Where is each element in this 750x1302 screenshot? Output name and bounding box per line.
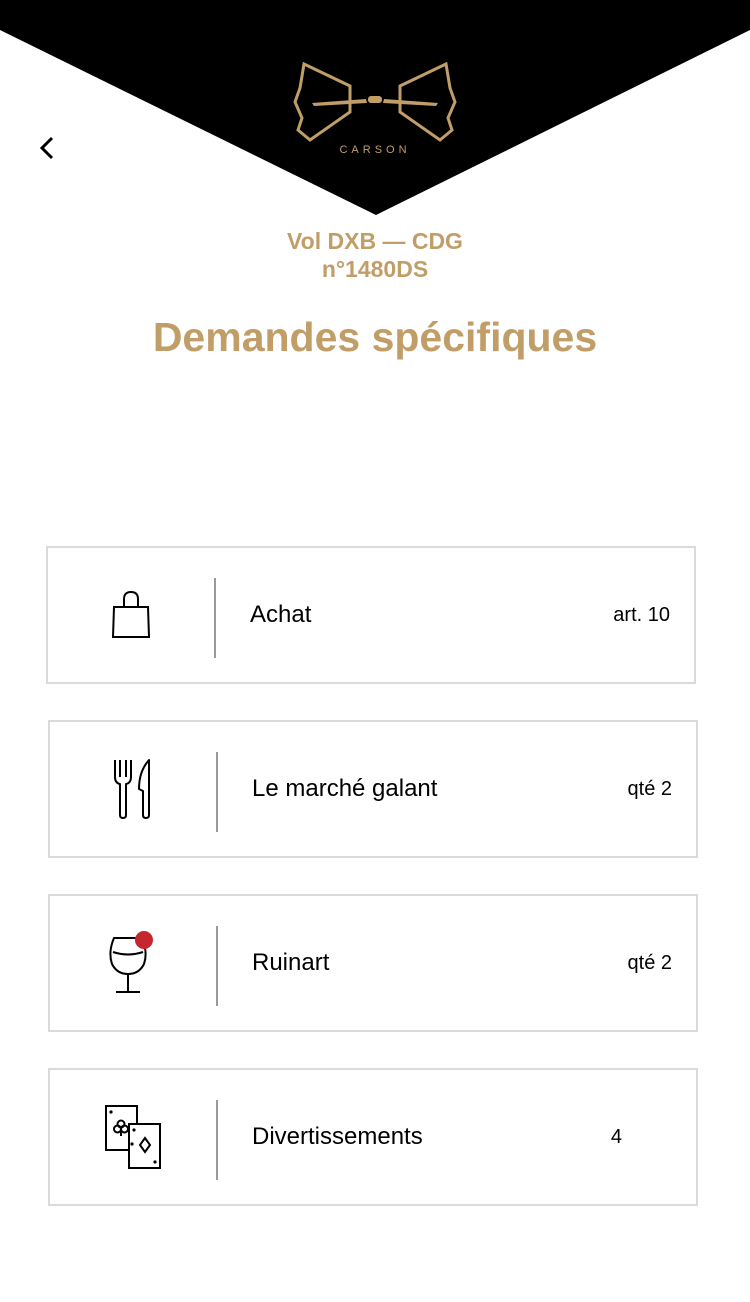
flight-number: n°1480DS	[321, 256, 429, 282]
card-divider	[216, 1100, 218, 1180]
shopping-bag-icon	[111, 590, 151, 638]
request-card-ruinart[interactable]: Ruinart qté 2	[48, 894, 698, 1032]
flight-route: Vol DXB — CDG	[287, 228, 463, 254]
card-label: Achat	[250, 601, 312, 628]
wine-glass-icon	[109, 931, 153, 993]
request-card-divertissements[interactable]: Divertissements 4	[48, 1068, 698, 1206]
card-count: qté 2	[627, 778, 672, 800]
back-button[interactable]	[26, 126, 70, 170]
card-count: art. 10	[613, 604, 670, 626]
card-label: Divertissements	[252, 1123, 423, 1150]
card-label: Le marché galant	[252, 775, 438, 802]
carson-logo: CARSON	[293, 61, 457, 156]
fork-knife-icon	[114, 759, 150, 819]
request-card-marche-galant[interactable]: Le marché galant qté 2	[48, 720, 698, 858]
card-divider	[216, 752, 218, 832]
request-card-achat[interactable]: Achat art. 10	[46, 546, 696, 684]
card-divider	[216, 926, 218, 1006]
card-count: qté 2	[627, 952, 672, 974]
chevron-left-icon	[39, 136, 54, 160]
brand-text: CARSON	[339, 144, 410, 156]
card-divider	[214, 578, 216, 658]
card-label: Ruinart	[252, 949, 330, 976]
page-title: Demandes spécifiques	[152, 314, 598, 360]
card-count: 4	[610, 1126, 622, 1148]
playing-cards-icon	[105, 1105, 161, 1169]
notification-dot	[135, 931, 153, 949]
